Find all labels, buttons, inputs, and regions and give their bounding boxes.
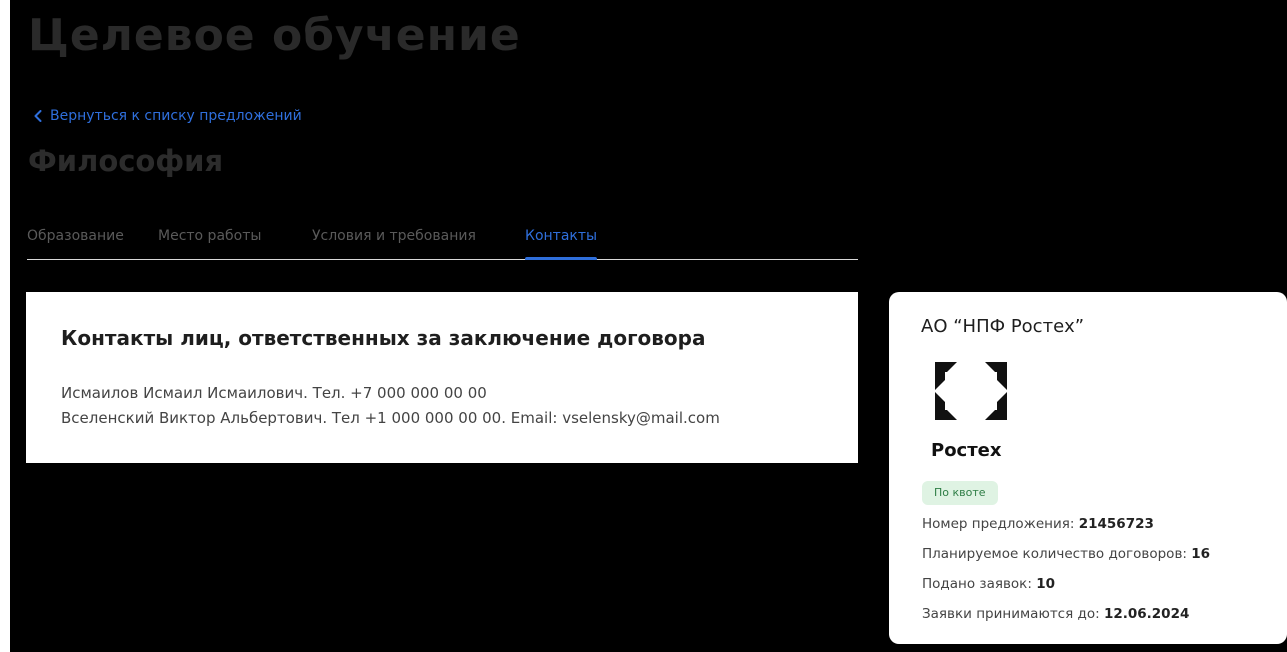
- rostec-logo-icon: [929, 358, 1019, 424]
- tab-bar: Образование Место работы Условия и требо…: [27, 224, 858, 260]
- planned-contracts: Планируемое количество договоров: 16: [922, 546, 1211, 562]
- applications-deadline: Заявки принимаются до: 12.06.2024: [922, 606, 1190, 622]
- back-link-label: Вернуться к списку предложений: [50, 108, 302, 124]
- contacts-heading: Контакты лиц, ответственных за заключени…: [61, 326, 706, 350]
- left-edge: [0, 0, 10, 652]
- tab-education[interactable]: Образование: [27, 228, 124, 259]
- chevron-left-icon: [34, 110, 42, 122]
- applications-submitted: Подано заявок: 10: [922, 576, 1055, 592]
- tab-conditions[interactable]: Условия и требования: [312, 228, 476, 259]
- subject-title: Философия: [28, 144, 224, 178]
- tab-contacts[interactable]: Контакты: [525, 228, 598, 260]
- contact-line: Вселенский Виктор Альбертович. Тел +1 00…: [61, 409, 720, 427]
- offer-number: Номер предложения: 21456723: [922, 516, 1154, 532]
- contacts-card: Контакты лиц, ответственных за заключени…: [26, 292, 858, 463]
- logo-text: Ростех: [931, 440, 1002, 461]
- organization-card: АО “НПФ Ростех” Ростех По квоте Номер пр…: [889, 292, 1287, 644]
- organization-name: АО “НПФ Ростех”: [921, 316, 1085, 337]
- quota-badge: По квоте: [922, 481, 998, 505]
- back-to-list-link[interactable]: Вернуться к списку предложений: [34, 108, 302, 124]
- contact-line: Исмаилов Исмаил Исмаилович. Тел. +7 000 …: [61, 384, 487, 402]
- tab-workplace[interactable]: Место работы: [158, 228, 261, 259]
- page-title: Целевое обучение: [28, 10, 521, 61]
